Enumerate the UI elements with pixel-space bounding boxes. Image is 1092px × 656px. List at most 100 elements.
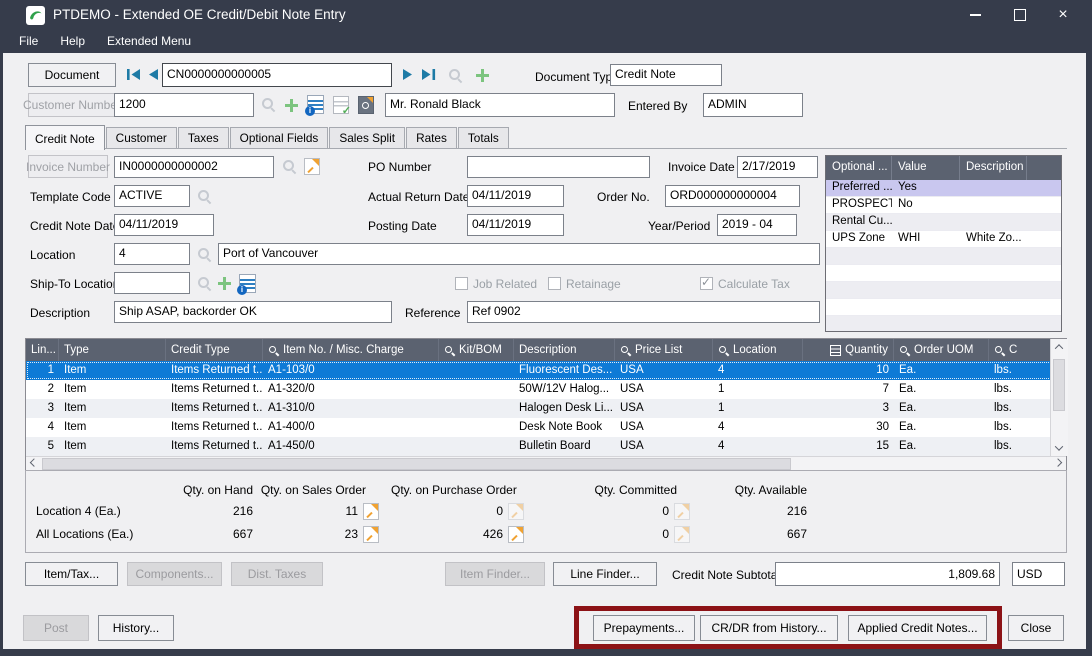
tab-credit-note[interactable]: Credit Note	[25, 125, 105, 150]
items-grid-cell[interactable]: USA	[615, 399, 713, 418]
items-grid-cell[interactable]: Item	[59, 380, 166, 399]
applied-credit-notes-button[interactable]: Applied Credit Notes...	[848, 615, 987, 641]
optional-grid-cell[interactable]: Preferred ...	[826, 180, 892, 196]
items-grid-cell[interactable]: Items Returned t...	[166, 361, 263, 380]
items-grid-cell[interactable]	[439, 361, 514, 380]
tab-sales-split[interactable]: Sales Split	[329, 127, 405, 149]
next-document-icon[interactable]	[401, 68, 415, 81]
optional-grid-cell[interactable]: No	[892, 197, 960, 213]
scroll-down-button[interactable]	[1051, 440, 1067, 456]
customer-inquiry-icon[interactable]	[358, 96, 374, 114]
items-grid-row-4[interactable]: 4ItemItems Returned t...A1-400/0Desk Not…	[26, 418, 1066, 437]
posting-date-field[interactable]: 04/11/2019	[467, 214, 564, 236]
items-grid-cell[interactable]: Ea.	[894, 361, 989, 380]
items-grid-column-header-order-uom[interactable]: Order UOM	[894, 339, 989, 361]
optional-grid-cell[interactable]: UPS Zone	[826, 231, 892, 247]
items-grid-cell[interactable]: USA	[615, 437, 713, 456]
cr-dr-from-history-button[interactable]: CR/DR from History...	[700, 615, 838, 641]
items-grid-cell[interactable]	[439, 418, 514, 437]
first-document-icon[interactable]	[126, 68, 142, 81]
menu-item-extended-menu[interactable]: Extended Menu	[96, 30, 202, 53]
optional-grid-row[interactable]	[826, 316, 1061, 332]
items-grid-column-header-item-no-misc-charge[interactable]: Item No. / Misc. Charge	[263, 339, 439, 361]
items-grid-cell[interactable]: 5	[26, 437, 59, 456]
customer-verify-icon[interactable]	[333, 96, 349, 114]
items-grid-column-header-c[interactable]: C	[989, 339, 1051, 361]
items-grid-cell[interactable]: Halogen Desk Li...	[514, 399, 615, 418]
items-grid-column-header-credit-type[interactable]: Credit Type	[166, 339, 263, 361]
optional-grid-cell[interactable]: White Zo...	[960, 231, 1027, 247]
items-grid-cell[interactable]: A1-310/0	[263, 399, 439, 418]
items-grid-cell[interactable]: lbs.	[989, 380, 1051, 399]
items-grid-cell[interactable]: 15	[803, 437, 894, 456]
new-document-icon[interactable]	[475, 68, 490, 83]
optional-grid-header-cell[interactable]: Value	[892, 156, 960, 180]
template-code-field[interactable]: ACTIVE	[114, 185, 190, 207]
optional-grid-cell[interactable]	[826, 265, 892, 281]
items-grid-cell[interactable]: Desk Note Book	[514, 418, 615, 437]
items-grid-cell[interactable]: Item	[59, 399, 166, 418]
optional-grid-cell[interactable]	[892, 316, 960, 332]
items-grid-cell[interactable]: Item	[59, 418, 166, 437]
tab-totals[interactable]: Totals	[458, 127, 509, 149]
items-grid-cell[interactable]	[439, 380, 514, 399]
qty-detail-icon[interactable]	[363, 503, 379, 520]
items-grid-row-5[interactable]: 5ItemItems Returned t...A1-450/0Bulletin…	[26, 437, 1066, 456]
line-finder-button[interactable]: Line Finder...	[553, 562, 657, 586]
items-grid-cell[interactable]: 4	[713, 361, 803, 380]
optional-grid-cell[interactable]	[960, 282, 1027, 298]
optional-grid-cell[interactable]	[892, 299, 960, 315]
optional-grid-row[interactable]	[826, 248, 1061, 265]
credit-note-date-field[interactable]: 04/11/2019	[114, 214, 214, 236]
items-grid-cell[interactable]: USA	[615, 418, 713, 437]
optional-grid-header-cell[interactable]: Optional ...	[826, 156, 892, 180]
history-button[interactable]: History...	[98, 615, 174, 641]
optional-grid-cell[interactable]	[826, 282, 892, 298]
tab-taxes[interactable]: Taxes	[178, 127, 229, 149]
items-grid-cell[interactable]: 3	[803, 399, 894, 418]
location-field[interactable]: 4	[114, 243, 190, 265]
optional-grid-cell[interactable]	[960, 265, 1027, 281]
optional-grid-cell[interactable]	[892, 248, 960, 264]
items-grid-cell[interactable]	[439, 399, 514, 418]
menu-item-help[interactable]: Help	[49, 30, 96, 53]
document-finder-icon[interactable]	[447, 67, 463, 83]
items-grid-cell[interactable]: Items Returned t...	[166, 437, 263, 456]
items-grid-cell[interactable]: 2	[26, 380, 59, 399]
optional-grid-cell[interactable]	[960, 248, 1027, 264]
optional-grid-cell[interactable]: Yes	[892, 180, 960, 196]
qty-detail-icon[interactable]	[363, 526, 379, 543]
optional-fields-grid[interactable]: Optional ...ValueDescriptionPreferred ..…	[825, 155, 1062, 332]
optional-grid-cell[interactable]	[826, 299, 892, 315]
items-grid-cell[interactable]: 10	[803, 361, 894, 380]
items-grid-cell[interactable]: 4	[713, 437, 803, 456]
optional-grid-cell[interactable]	[960, 197, 1027, 213]
optional-grid-cell[interactable]	[826, 248, 892, 264]
items-grid-row-2[interactable]: 2ItemItems Returned t...A1-320/050W/12V …	[26, 380, 1066, 399]
horizontal-scroll-thumb[interactable]	[42, 458, 791, 470]
items-grid-column-header-quantity[interactable]: Quantity	[803, 339, 894, 361]
optional-grid-row[interactable]: UPS ZoneWHIWhite Zo...	[826, 231, 1061, 248]
ship-to-drilldown-icon[interactable]	[239, 274, 256, 293]
items-grid-column-header-description[interactable]: Description	[514, 339, 615, 361]
items-grid-cell[interactable]: lbs.	[989, 361, 1051, 380]
order-no-field[interactable]: ORD000000000004	[665, 185, 800, 207]
qty-detail-icon[interactable]	[508, 526, 524, 543]
invoice-date-field[interactable]: 2/17/2019	[737, 156, 818, 178]
minimize-button[interactable]	[958, 0, 992, 30]
customer-number-input[interactable]: 1200	[114, 93, 254, 117]
optional-grid-row[interactable]	[826, 299, 1061, 316]
optional-grid-cell[interactable]	[826, 316, 892, 332]
items-grid-cell[interactable]: 7	[803, 380, 894, 399]
items-grid-cell[interactable]	[439, 437, 514, 456]
items-grid-cell[interactable]: 1	[26, 361, 59, 380]
invoice-finder-icon[interactable]	[281, 158, 297, 174]
optional-grid-row[interactable]: PROSPECTNo	[826, 197, 1061, 214]
last-document-icon[interactable]	[421, 68, 437, 81]
items-grid-column-header-location[interactable]: Location	[713, 339, 803, 361]
items-grid-column-header-lin[interactable]: Lin...	[26, 339, 59, 361]
items-grid-cell[interactable]: 1	[713, 380, 803, 399]
invoice-detail-icon[interactable]	[304, 158, 320, 175]
reference-field[interactable]: Ref 0902	[467, 301, 820, 323]
items-grid-cell[interactable]: Items Returned t...	[166, 380, 263, 399]
